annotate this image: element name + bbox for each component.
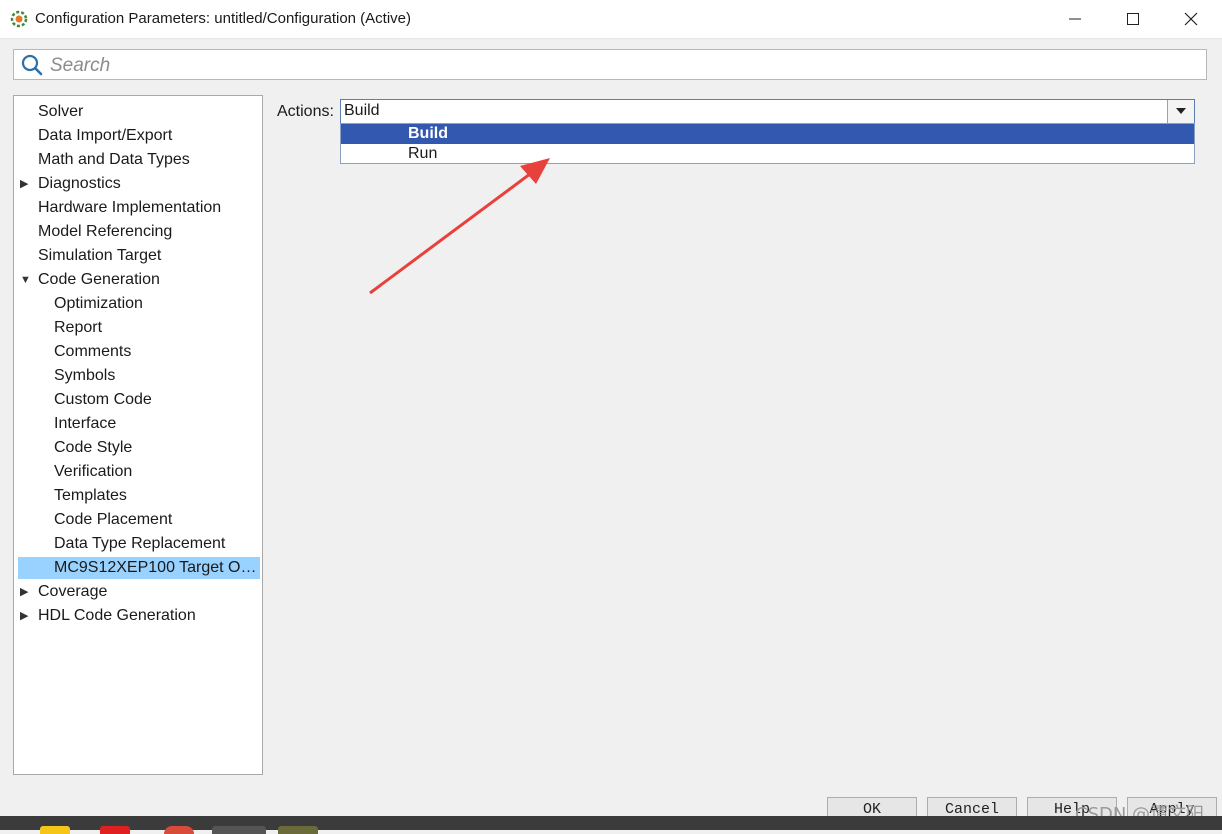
- tree-item-label: Data Type Replacement: [54, 535, 226, 552]
- tree-item[interactable]: Optimization: [18, 293, 260, 315]
- tree-item-label: Code Style: [54, 439, 133, 456]
- tree-item-label: Optimization: [54, 295, 143, 312]
- tree-item-label: MC9S12XEP100 Target Options: [54, 559, 260, 576]
- taskbar: [0, 816, 1222, 834]
- close-button[interactable]: [1162, 0, 1220, 38]
- category-tree[interactable]: Solver Data Import/Export Math and Data Ty…: [13, 95, 263, 775]
- tree-item-label: Interface: [54, 415, 117, 432]
- option-label: Build: [408, 125, 448, 142]
- tree-item[interactable]: MC9S12XEP100 Target Options: [18, 557, 260, 579]
- tree-item[interactable]: Math and Data Types: [18, 149, 260, 171]
- tree-item[interactable]: Report: [18, 317, 260, 339]
- tree-item-label: Templates: [54, 487, 127, 504]
- matlab-gear-icon: [10, 10, 28, 28]
- tree-item[interactable]: Data Import/Export: [18, 125, 260, 147]
- tree-item[interactable]: Symbols: [18, 365, 260, 387]
- search-bar[interactable]: [13, 49, 1207, 80]
- tree-item-label: HDL Code Generation: [38, 607, 196, 624]
- dropdown-option-build[interactable]: Build: [341, 124, 1194, 144]
- minimize-button[interactable]: [1046, 0, 1104, 38]
- caret-right-icon[interactable]: ▶: [20, 173, 28, 195]
- tree-item[interactable]: Comments: [18, 341, 260, 363]
- title-bar: Configuration Parameters: untitled/Confi…: [0, 0, 1222, 39]
- tree-item-label: Model Referencing: [38, 223, 173, 240]
- tree-item[interactable]: Model Referencing: [18, 221, 260, 243]
- close-icon: [1184, 12, 1198, 26]
- tree-item-label: Code Generation: [38, 271, 160, 288]
- actions-dropdown[interactable]: Build: [340, 99, 1195, 124]
- tree-item-label: Symbols: [54, 367, 116, 384]
- tree-item[interactable]: ▶ Coverage: [18, 581, 260, 603]
- tree-item[interactable]: ▶ HDL Code Generation: [18, 605, 260, 627]
- search-icon: [20, 53, 44, 82]
- actions-value: Build: [344, 102, 380, 119]
- annotation-arrow: [369, 158, 550, 295]
- caret-right-icon[interactable]: ▶: [20, 581, 28, 603]
- tree-item-label: Math and Data Types: [38, 151, 190, 168]
- tree-item-label: Verification: [54, 463, 133, 480]
- tree-item-label: Report: [54, 319, 103, 336]
- taskbar-app-icon[interactable]: [164, 826, 194, 834]
- tree-item[interactable]: Interface: [18, 413, 260, 435]
- tree-item-label: Simulation Target: [38, 247, 162, 264]
- window-title: Configuration Parameters: untitled/Confi…: [35, 10, 412, 27]
- tree-item-label: Comments: [54, 343, 132, 360]
- tree-item[interactable]: Verification: [18, 461, 260, 483]
- tree-item[interactable]: Code Placement: [18, 509, 260, 531]
- tree-item-label: Diagnostics: [38, 175, 121, 192]
- maximize-icon: [1127, 13, 1139, 25]
- minimize-icon: [1069, 18, 1081, 20]
- tree-item[interactable]: Hardware Implementation: [18, 197, 260, 219]
- tree-item-label: Hardware Implementation: [38, 199, 222, 216]
- tree-item-label: Solver: [38, 103, 84, 120]
- tree-item-label: Code Placement: [54, 511, 173, 528]
- taskbar-app-icon[interactable]: [40, 826, 70, 834]
- tree-item[interactable]: Data Type Replacement: [18, 533, 260, 555]
- caret-down-icon[interactable]: ▼: [20, 269, 31, 291]
- tree-item[interactable]: Templates: [18, 485, 260, 507]
- maximize-button[interactable]: [1104, 0, 1162, 38]
- dropdown-arrow-button[interactable]: [1167, 100, 1194, 123]
- search-input[interactable]: [48, 53, 1202, 79]
- tree-item[interactable]: Code Style: [18, 437, 260, 459]
- tree-item[interactable]: ▼ Code Generation: [18, 269, 260, 291]
- tree-item-label: Custom Code: [54, 391, 152, 408]
- taskbar-app-icon[interactable]: [212, 826, 266, 834]
- taskbar-app-icon[interactable]: [100, 826, 130, 834]
- actions-label: Actions:: [277, 103, 334, 120]
- tree-item[interactable]: Simulation Target: [18, 245, 260, 267]
- tree-item-label: Coverage: [38, 583, 108, 600]
- tree-item-label: Data Import/Export: [38, 127, 173, 144]
- taskbar-app-icon[interactable]: [278, 826, 318, 834]
- caret-right-icon[interactable]: ▶: [20, 605, 28, 627]
- chevron-down-icon: [1176, 108, 1186, 114]
- tree-item[interactable]: Solver: [18, 101, 260, 123]
- tree-item[interactable]: ▶ Diagnostics: [18, 173, 260, 195]
- tree-item[interactable]: Custom Code: [18, 389, 260, 411]
